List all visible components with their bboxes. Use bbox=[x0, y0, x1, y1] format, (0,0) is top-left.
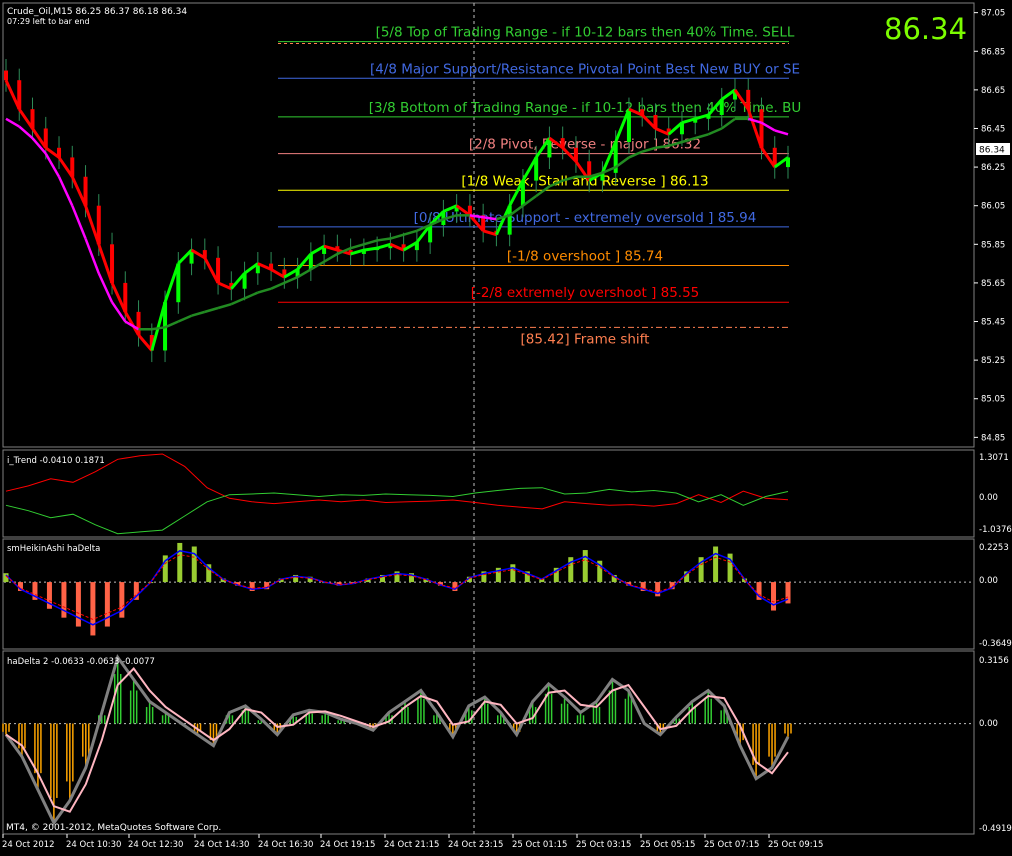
chart-canvas[interactable]: [5/8 Top of Trading Range - if 10-12 bar… bbox=[0, 0, 1012, 852]
slow-ma-segment bbox=[177, 314, 193, 323]
price-tick-label: 86.45 bbox=[981, 124, 1005, 134]
slow-ma-segment bbox=[257, 287, 272, 294]
slow-ma-segment bbox=[363, 239, 378, 246]
price-tick-label: 86.65 bbox=[981, 86, 1005, 96]
slow-ma-segment bbox=[390, 233, 404, 240]
slow-ma-segment bbox=[720, 117, 736, 130]
slow-ma-segment bbox=[270, 281, 285, 290]
heikin-bar bbox=[75, 582, 81, 627]
slow-ma-segment bbox=[323, 252, 338, 263]
time-tick-label: 24 Oct 16:30 bbox=[258, 840, 313, 850]
heikin-series bbox=[3, 542, 973, 636]
copyright-text: MT4, © 2001-2012, MetaQuotes Software Co… bbox=[6, 823, 221, 833]
heikin-bar bbox=[119, 582, 125, 618]
hadelta-series bbox=[2, 654, 973, 826]
itrend-series bbox=[5, 453, 789, 535]
heikin-bar bbox=[104, 582, 110, 627]
slow-ma-segment bbox=[217, 302, 232, 310]
slow-ma-segment bbox=[403, 229, 418, 236]
price-tick-label: 85.45 bbox=[981, 318, 1005, 328]
itrend-tick-bottom: -1.0376 bbox=[979, 525, 1012, 535]
murrey-label: [2/8 Pivot, Reverse - major ] 86.32 bbox=[469, 137, 701, 153]
slow-ma-segment bbox=[71, 205, 87, 239]
heikin-tick-zero: 0.00 bbox=[979, 576, 998, 586]
itrend-tick-zero: 0.00 bbox=[979, 493, 998, 503]
slow-ma-segment bbox=[707, 127, 723, 136]
symbol-line: Crude_Oil,M15 86.25 86.37 86.18 86.34 bbox=[7, 7, 187, 17]
hadelta-panel[interactable] bbox=[2, 650, 975, 835]
heikin-bar bbox=[510, 564, 516, 583]
slow-ma-segment bbox=[5, 117, 20, 128]
murrey-label: [4/8 Major Support/Resistance Pivotal Po… bbox=[370, 61, 800, 77]
slow-ma-segment bbox=[283, 275, 299, 285]
time-tick-label: 24 Oct 19:15 bbox=[320, 840, 375, 850]
murrey-levels: [5/8 Top of Trading Range - if 10-12 bar… bbox=[278, 25, 802, 347]
price-tick-label: 85.85 bbox=[981, 240, 1005, 250]
time-tick-label: 25 Oct 05:15 bbox=[640, 840, 695, 850]
price-tick-label: 87.05 bbox=[981, 9, 1005, 19]
heikin-tick-bottom: -0.3649 bbox=[979, 639, 1012, 649]
murrey-label: [-1/8 overshoot ] 85.74 bbox=[507, 249, 663, 265]
heikin-bar bbox=[90, 582, 96, 636]
price-tick-label: 85.65 bbox=[981, 279, 1005, 289]
itrend-red-line bbox=[5, 453, 789, 510]
slow-ma-segment bbox=[244, 291, 259, 300]
murrey-label: [5/8 Top of Trading Range - if 10-12 bar… bbox=[376, 25, 795, 41]
heikin-tick-top: 0.2253 bbox=[979, 543, 1009, 553]
bar-timer: 07:29 left to bar end bbox=[7, 17, 90, 26]
price-axis: 87.05 86.85 86.65 86.45 86.25 86.05 85.85 85.65… bbox=[974, 9, 1005, 443]
heikin-bar bbox=[713, 546, 719, 583]
candle-body bbox=[4, 70, 8, 81]
slow-ma-segment bbox=[230, 297, 246, 306]
current-price-label: 86.34 bbox=[979, 146, 1005, 156]
price-tick-label: 86.25 bbox=[981, 163, 1005, 173]
hadelta-gray-line bbox=[4, 654, 790, 826]
hadelta-tick-bottom: -0.4919 bbox=[979, 824, 1012, 834]
price-tick-label: 84.85 bbox=[981, 433, 1005, 443]
heikin-bar bbox=[582, 550, 588, 583]
slow-ma-segment bbox=[376, 237, 391, 242]
heikin-bar bbox=[771, 582, 777, 611]
hadelta-title: haDelta 2 -0.0633 -0.0633 -0.0077 bbox=[7, 657, 155, 667]
time-axis: 24 Oct 2012 24 Oct 10:30 24 Oct 12:30 24 Oc… bbox=[2, 834, 823, 850]
price-tick-label: 86.85 bbox=[981, 47, 1005, 57]
time-tick-label: 24 Oct 21:15 bbox=[384, 840, 439, 850]
hadelta-tick-top: 0.3156 bbox=[979, 656, 1009, 666]
itrend-tick-top: 1.3071 bbox=[979, 453, 1009, 463]
time-tick-label: 24 Oct 2012 bbox=[2, 840, 55, 850]
time-tick-label: 24 Oct 23:15 bbox=[448, 840, 503, 850]
slow-ma-segment bbox=[350, 243, 365, 250]
murrey-label: [3/8 Bottom of Trading Range - if 10-12 … bbox=[369, 100, 802, 116]
mt4-chart-window: [5/8 Top of Trading Range - if 10-12 bar… bbox=[0, 0, 1012, 852]
time-tick-label: 24 Oct 14:30 bbox=[194, 840, 249, 850]
murrey-label: [85.42] Frame shift bbox=[521, 331, 650, 347]
price-tick-label: 85.25 bbox=[981, 356, 1005, 366]
itrend-panel[interactable] bbox=[2, 449, 975, 538]
time-tick-label: 25 Oct 01:15 bbox=[512, 840, 567, 850]
heikin-panel[interactable] bbox=[2, 538, 975, 650]
price-tick-label: 86.05 bbox=[981, 202, 1005, 212]
time-tick-label: 25 Oct 07:15 bbox=[704, 840, 759, 850]
hadelta-tick-zero: 0.00 bbox=[979, 719, 998, 729]
fast-ma-segment bbox=[363, 246, 378, 252]
heikin-bar bbox=[191, 546, 197, 583]
heikin-bar bbox=[61, 582, 67, 618]
slow-ma-segment bbox=[204, 306, 219, 314]
heikin-title: smHeikinAshi haDelta bbox=[7, 544, 100, 554]
murrey-label: [-2/8 extremely overshoot ] 85.55 bbox=[471, 285, 700, 301]
slow-ma-segment bbox=[774, 129, 789, 136]
time-tick-label: 24 Oct 12:30 bbox=[128, 840, 183, 850]
price-tick-label: 85.05 bbox=[981, 395, 1005, 405]
slow-ma-segment bbox=[57, 176, 74, 207]
big-price: 86.34 bbox=[884, 12, 967, 46]
itrend-title: i_Trend -0.0410 0.1871 bbox=[7, 456, 105, 466]
heikin-bar bbox=[177, 542, 183, 583]
hadelta-pink-line bbox=[5, 666, 789, 813]
time-tick-label: 24 Oct 10:30 bbox=[66, 840, 121, 850]
itrend-green-line bbox=[5, 487, 789, 535]
time-tick-label: 25 Oct 03:15 bbox=[576, 840, 631, 850]
time-tick-label: 25 Oct 09:15 bbox=[768, 840, 823, 850]
slow-ma-segment bbox=[191, 310, 206, 317]
